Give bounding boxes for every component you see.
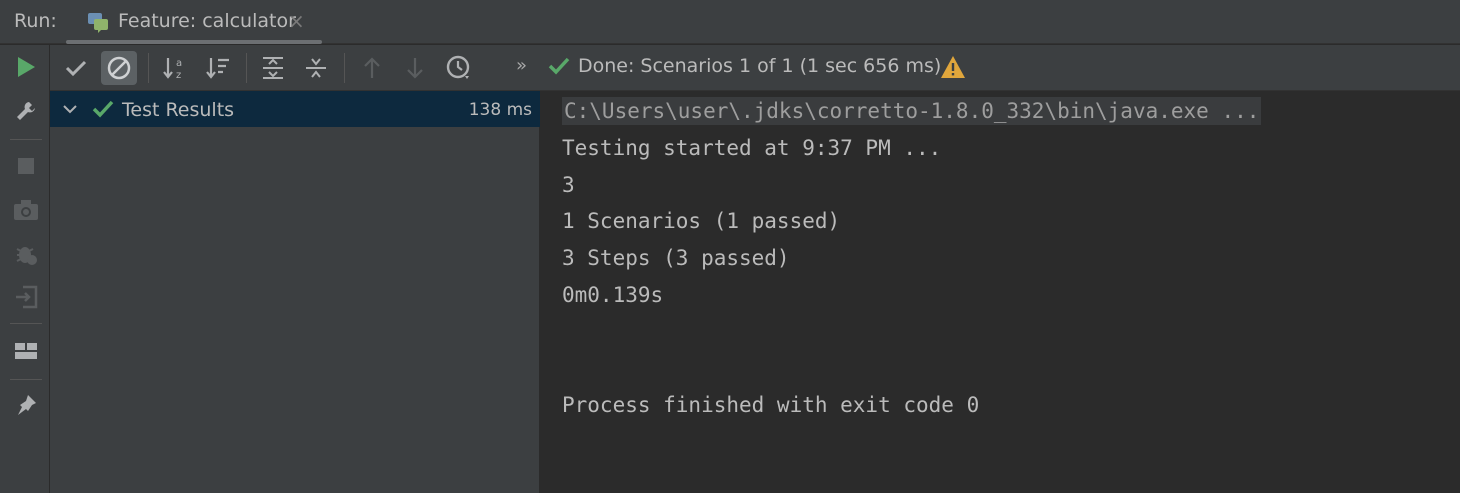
tree-item-test-results[interactable]: Test Results 138 ms	[50, 91, 540, 127]
run-label: Run:	[14, 10, 57, 32]
import-icon[interactable]	[10, 281, 42, 313]
tab-title: Feature: calculator	[118, 10, 296, 32]
chevron-down-icon[interactable]	[60, 99, 80, 119]
next-failed-icon[interactable]	[397, 51, 433, 85]
tab-feature-calculator[interactable]: Feature: calculator ×	[66, 0, 322, 44]
status-text: Done: Scenarios 1 of 1 (1 sec 656 ms)	[578, 55, 942, 77]
console-line: 0m0.139s	[562, 283, 664, 307]
vertical-toolbar	[0, 45, 50, 493]
toolbar-divider	[10, 379, 42, 380]
show-passed-icon[interactable]	[58, 51, 94, 85]
check-icon	[548, 57, 570, 75]
debug-icon[interactable]	[10, 238, 42, 270]
show-ignored-icon[interactable]	[101, 51, 137, 85]
tab-selected-indicator	[66, 40, 322, 44]
collapse-all-icon[interactable]	[298, 51, 334, 85]
console-line: 3 Steps (3 passed)	[562, 246, 790, 270]
test-runner-toolbar: az » Done: Scenarios 1 of 1 (1 sec 656 m…	[50, 45, 1460, 91]
sort-duration-icon[interactable]	[200, 51, 236, 85]
run-icon[interactable]	[10, 51, 42, 83]
console-line: Testing started at 9:37 PM ...	[562, 136, 942, 160]
more-actions-chevron[interactable]: »	[516, 55, 527, 76]
close-icon[interactable]: ×	[288, 9, 305, 33]
check-icon	[92, 98, 114, 120]
toolbar-divider	[148, 53, 149, 83]
console-line: 1 Scenarios (1 passed)	[562, 209, 841, 233]
layout-icon[interactable]	[10, 335, 42, 367]
test-results-tree: Test Results 138 ms	[50, 91, 540, 493]
tree-item-label: Test Results	[122, 99, 235, 121]
toolbar-divider	[10, 139, 42, 140]
svg-text:z: z	[176, 70, 181, 81]
toolbar-divider	[246, 53, 247, 83]
expand-all-icon[interactable]	[255, 51, 291, 85]
cucumber-feature-icon	[86, 10, 110, 34]
svg-text:a: a	[176, 58, 182, 69]
command-line[interactable]: C:\Users\user\.jdks\corretto-1.8.0_332\b…	[562, 97, 1262, 125]
history-icon[interactable]	[441, 51, 477, 85]
sort-alpha-icon[interactable]: az	[157, 51, 193, 85]
test-status: Done: Scenarios 1 of 1 (1 sec 656 ms)	[548, 55, 941, 77]
stop-icon[interactable]	[10, 150, 42, 182]
toolbar-divider	[344, 53, 345, 83]
run-tool-window-header: Run: Feature: calculator ×	[0, 0, 1460, 44]
toolbar-divider	[10, 323, 42, 324]
console-line: 3	[562, 173, 575, 197]
console-line: Process finished with exit code 0	[562, 393, 980, 417]
prev-failed-icon[interactable]	[354, 51, 390, 85]
pin-icon[interactable]	[10, 389, 42, 421]
warning-icon[interactable]	[940, 55, 966, 81]
console-output[interactable]: C:\Users\user\.jdks\corretto-1.8.0_332\b…	[541, 91, 1460, 493]
wrench-icon[interactable]	[10, 95, 42, 127]
camera-icon[interactable]	[10, 194, 42, 226]
tree-item-duration: 138 ms	[468, 100, 532, 120]
